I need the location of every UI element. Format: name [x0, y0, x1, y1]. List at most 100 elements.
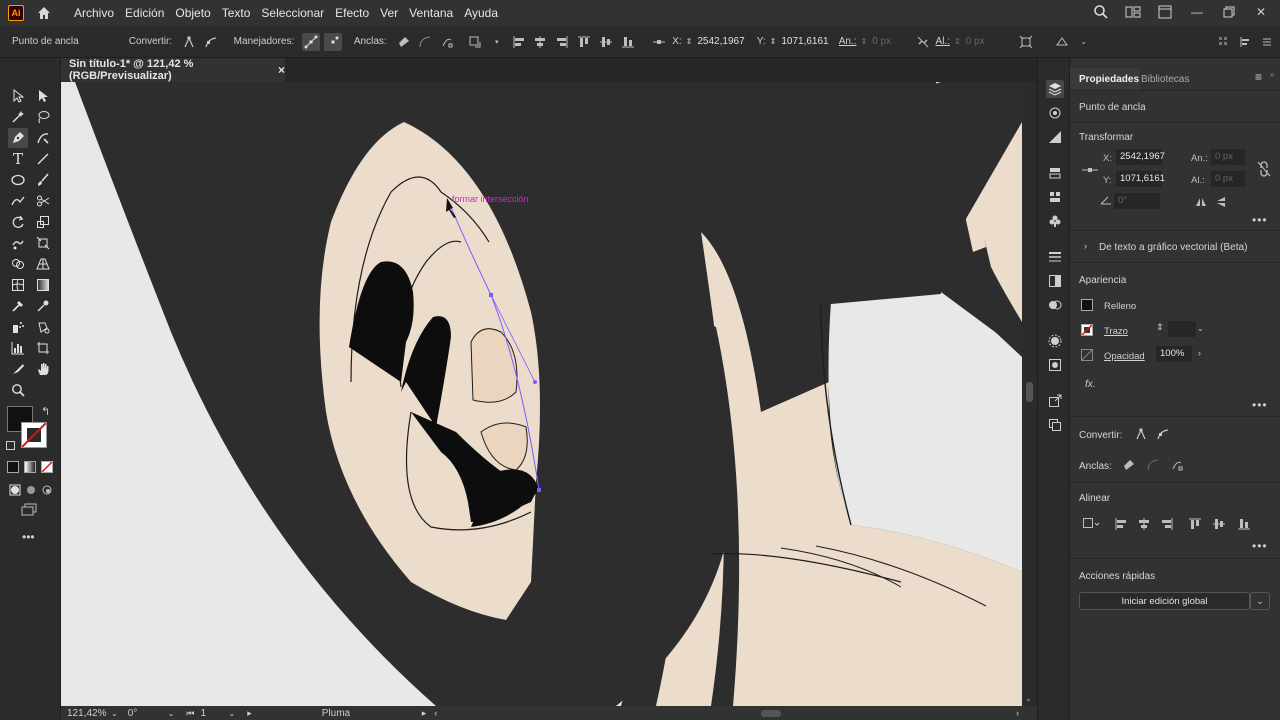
- magic-wand-tool-icon[interactable]: [8, 107, 28, 127]
- connect-anchors-icon[interactable]: [416, 33, 434, 51]
- arrange-documents-icon[interactable]: [1124, 3, 1142, 21]
- convert-smooth-icon[interactable]: [202, 33, 220, 51]
- next-artboard-icon[interactable]: ▸: [247, 708, 252, 719]
- grid-dots-icon[interactable]: [1215, 33, 1233, 51]
- document-tab[interactable]: Sin título-1* @ 121,42 % (RGB/Previsuali…: [61, 58, 285, 82]
- rotate-tool-icon[interactable]: [8, 212, 28, 232]
- transform-width-input[interactable]: 0 px: [1211, 149, 1245, 165]
- stroke-panel-icon[interactable]: [1046, 248, 1064, 266]
- panel-align-hcenter-icon[interactable]: [1137, 517, 1151, 534]
- rotation-dropdown-icon[interactable]: ⌄: [168, 709, 175, 718]
- align-vcenter-icon[interactable]: [597, 33, 615, 51]
- gradient-panel-icon[interactable]: [1046, 272, 1064, 290]
- scroll-thumb[interactable]: [1026, 382, 1033, 402]
- appearance-more-options-icon[interactable]: •••: [1252, 398, 1268, 412]
- constrain-link-icon[interactable]: [914, 33, 932, 51]
- panel-align-left-icon[interactable]: [1114, 517, 1128, 534]
- convert-corner-icon[interactable]: [180, 33, 198, 51]
- menu-objeto[interactable]: Objeto: [175, 6, 210, 20]
- align-left-icon[interactable]: [510, 33, 528, 51]
- x-input[interactable]: 2542,1967: [695, 33, 757, 50]
- menu-ver[interactable]: Ver: [380, 6, 398, 20]
- gradient-tool-icon[interactable]: [33, 275, 53, 295]
- slice-tool-icon[interactable]: [8, 359, 28, 379]
- paragraph-align-icon[interactable]: [1236, 33, 1254, 51]
- start-global-edit-button[interactable]: Iniciar edición global: [1079, 592, 1250, 610]
- line-tool-icon[interactable]: [33, 149, 53, 169]
- x-stepper-icon[interactable]: ⇕: [686, 37, 693, 46]
- blend-tool-icon[interactable]: [8, 296, 28, 316]
- artboard-number[interactable]: 1: [201, 708, 229, 719]
- appearance-panel-icon[interactable]: [1046, 332, 1064, 350]
- menu-edicion[interactable]: Edición: [125, 6, 164, 20]
- align-dropdown-icon[interactable]: ▾: [488, 33, 506, 51]
- cut-path-icon[interactable]: [438, 33, 456, 51]
- stroke-label[interactable]: Trazo: [1104, 326, 1128, 337]
- zoom-level[interactable]: 121,42%: [67, 708, 111, 719]
- panel-align-vcenter-icon[interactable]: [1212, 517, 1226, 534]
- mesh-tool-icon[interactable]: [8, 275, 28, 295]
- export-asset-icon[interactable]: [1046, 392, 1064, 410]
- cut-path-panel-icon[interactable]: [1170, 458, 1184, 475]
- minimize-icon[interactable]: —: [1188, 3, 1206, 21]
- tab-propiedades[interactable]: Propiedades: [1079, 74, 1139, 85]
- status-arrow-icon[interactable]: ▸: [422, 708, 427, 719]
- direct-selection-tool-icon[interactable]: [33, 86, 53, 106]
- hscroll-right-icon[interactable]: ›: [1016, 708, 1019, 718]
- connect-anchors-panel-icon[interactable]: [1146, 458, 1160, 475]
- opacity-input[interactable]: 100%: [1156, 346, 1192, 362]
- menu-texto[interactable]: Texto: [222, 6, 251, 20]
- type-tool-icon[interactable]: T: [8, 149, 28, 169]
- menu-ventana[interactable]: Ventana: [409, 6, 453, 20]
- panel-align-top-icon[interactable]: [1188, 517, 1202, 534]
- puppet-warp-icon[interactable]: [1053, 33, 1071, 51]
- y-stepper-icon[interactable]: ⇕: [770, 37, 777, 46]
- constrain-proportions-icon[interactable]: [1257, 161, 1271, 180]
- hand-tool-icon[interactable]: [33, 359, 53, 379]
- graphic-styles-icon[interactable]: [1046, 356, 1064, 374]
- clubs-symbol-icon[interactable]: [1046, 212, 1064, 230]
- scroll-down-icon[interactable]: ⌄: [1025, 694, 1032, 703]
- panel-menu-icon[interactable]: [1258, 33, 1276, 51]
- vertical-scrollbar[interactable]: ⌄: [1022, 82, 1037, 706]
- tab-bibliotecas[interactable]: Bibliotecas: [1141, 74, 1189, 85]
- text-to-vector-link[interactable]: De texto a gráfico vectorial (Beta): [1099, 242, 1247, 253]
- artboard-tool-icon[interactable]: [33, 338, 53, 358]
- libraries-panel-icon[interactable]: [1046, 104, 1064, 122]
- hide-handles-icon[interactable]: [324, 32, 342, 51]
- workspace-icon[interactable]: [1156, 3, 1174, 21]
- panel-align-bottom-icon[interactable]: [1237, 517, 1251, 534]
- menu-seleccionar[interactable]: Seleccionar: [261, 6, 324, 20]
- convert-smooth-panel-icon[interactable]: [1156, 427, 1170, 444]
- edit-toolbar-icon[interactable]: •••: [22, 530, 35, 544]
- stroke-color-swatch[interactable]: [21, 422, 47, 448]
- remove-anchor-icon[interactable]: [395, 33, 413, 51]
- zoom-dropdown-icon[interactable]: ⌄: [111, 709, 118, 718]
- transform-y-input[interactable]: 1071,6161: [1116, 171, 1165, 187]
- reference-point-icon[interactable]: [650, 33, 668, 51]
- scissors-tool-icon[interactable]: [33, 191, 53, 211]
- first-artboard-icon[interactable]: ⏮: [186, 708, 194, 719]
- hscroll-left-icon[interactable]: ‹: [434, 708, 437, 718]
- color-mode-icon[interactable]: [7, 461, 19, 473]
- symbol-sprayer-tool-icon[interactable]: [8, 317, 28, 337]
- menu-archivo[interactable]: Archivo: [74, 6, 114, 20]
- transform-height-input[interactable]: 0 px: [1211, 171, 1245, 187]
- transparency-panel-icon[interactable]: [1046, 296, 1064, 314]
- none-mode-icon[interactable]: [41, 461, 53, 473]
- scale-tool-icon[interactable]: [33, 212, 53, 232]
- align-more-options-icon[interactable]: •••: [1252, 539, 1268, 553]
- stroke-weight-dropdown-icon[interactable]: ⌄: [1197, 324, 1204, 333]
- zoom-tool-icon[interactable]: [8, 380, 28, 400]
- opacity-label[interactable]: Opacidad: [1104, 351, 1145, 362]
- menu-ayuda[interactable]: Ayuda: [464, 6, 498, 20]
- live-paint-tool-icon[interactable]: [33, 317, 53, 337]
- perspective-grid-tool-icon[interactable]: [33, 254, 53, 274]
- artboard-canvas[interactable]: formar intersección: [61, 82, 1022, 706]
- convert-corner-panel-icon[interactable]: [1134, 427, 1148, 444]
- flip-horizontal-icon[interactable]: [1195, 197, 1207, 210]
- remove-anchor-panel-icon[interactable]: [1122, 458, 1136, 475]
- menu-efecto[interactable]: Efecto: [335, 6, 369, 20]
- rotation-value[interactable]: 0°: [128, 708, 168, 719]
- shape-builder-tool-icon[interactable]: [8, 254, 28, 274]
